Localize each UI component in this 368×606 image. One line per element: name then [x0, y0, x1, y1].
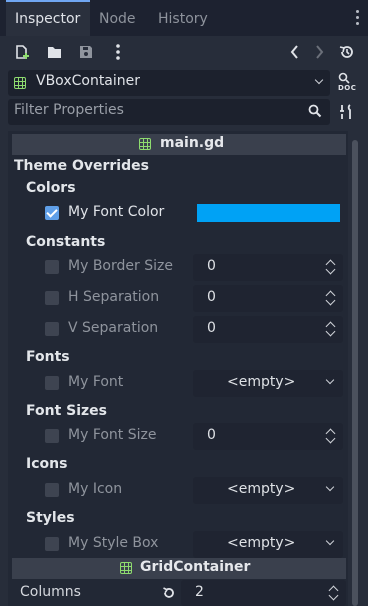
- tab-history[interactable]: History: [158, 0, 218, 36]
- node-selector[interactable]: VBoxContainer: [8, 70, 330, 96]
- prop-columns: Columns 2: [12, 580, 346, 606]
- search-icon: [308, 104, 322, 118]
- category-styles[interactable]: Styles: [26, 510, 75, 526]
- new-resource-icon[interactable]: [14, 44, 32, 60]
- grid-container-section-header[interactable]: GridContainer: [12, 558, 346, 579]
- my-style-box-value: <empty>: [227, 535, 296, 551]
- chevron-down-icon[interactable]: [325, 375, 335, 385]
- vboxcontainer-icon: [14, 77, 26, 89]
- my-font-size-label: My Font Size: [68, 427, 157, 443]
- tools-icon[interactable]: [339, 104, 355, 120]
- v-separation-checkbox[interactable]: [45, 322, 59, 336]
- columns-spinbox[interactable]: [181, 580, 346, 606]
- chevron-down-icon: [314, 75, 324, 85]
- my-font-size-checkbox[interactable]: [45, 429, 59, 443]
- h-separation-value: 0: [207, 289, 216, 305]
- dock-menu-icon[interactable]: [356, 10, 360, 28]
- my-border-size-value: 0: [207, 258, 216, 274]
- my-style-box-label: My Style Box: [68, 535, 159, 551]
- stepper-arrows-icon[interactable]: [325, 428, 335, 444]
- prop-my-font: My Font <empty>: [40, 370, 346, 398]
- script-section-label: main.gd: [160, 135, 225, 151]
- script-section-header[interactable]: main.gd: [12, 134, 346, 155]
- v-separation-label: V Separation: [68, 320, 159, 336]
- gridcontainer-icon: [120, 562, 132, 574]
- v-separation-value: 0: [207, 320, 216, 336]
- node-selector-value: VBoxContainer: [36, 73, 141, 89]
- my-style-box-checkbox[interactable]: [45, 537, 59, 551]
- my-font-size-value: 0: [207, 427, 216, 443]
- my-font-color-picker[interactable]: [197, 204, 340, 222]
- doc-label: DOC: [338, 84, 357, 92]
- prop-my-border-size: My Border Size 0: [40, 254, 346, 282]
- my-font-checkbox[interactable]: [45, 376, 59, 390]
- category-colors[interactable]: Colors: [26, 180, 76, 196]
- filter-properties-field[interactable]: Filter Properties: [8, 99, 330, 125]
- chevron-down-icon[interactable]: [325, 482, 335, 492]
- doc-search-icon: [338, 72, 350, 84]
- revert-icon[interactable]: [162, 586, 176, 600]
- my-font-color-label: My Font Color: [68, 204, 165, 220]
- stepper-arrows-icon[interactable]: [325, 321, 335, 337]
- prop-my-font-color: My Font Color: [40, 200, 346, 228]
- h-separation-label: H Separation: [68, 289, 160, 305]
- prop-h-separation: H Separation 0: [40, 285, 346, 313]
- stepper-arrows-icon[interactable]: [325, 259, 335, 275]
- save-icon[interactable]: [78, 44, 94, 60]
- columns-value: 2: [195, 584, 204, 600]
- filter-placeholder: Filter Properties: [14, 102, 124, 118]
- back-arrow-icon[interactable]: [289, 44, 301, 60]
- columns-label: Columns: [20, 584, 81, 600]
- script-grid-icon: [139, 138, 151, 150]
- prop-my-style-box: My Style Box <empty>: [40, 531, 346, 559]
- prop-my-icon: My Icon <empty>: [40, 477, 346, 505]
- history-icon[interactable]: [339, 44, 355, 60]
- doc-button[interactable]: DOC: [337, 72, 357, 94]
- category-fonts[interactable]: Fonts: [26, 349, 70, 365]
- category-constants[interactable]: Constants: [26, 234, 105, 250]
- dock-tab-bar: Inspector Node History: [0, 0, 368, 36]
- tab-inspector[interactable]: Inspector: [6, 0, 90, 36]
- stepper-arrows-icon[interactable]: [328, 585, 338, 601]
- my-icon-label: My Icon: [68, 481, 123, 497]
- my-border-size-checkbox[interactable]: [45, 260, 59, 274]
- h-separation-checkbox[interactable]: [45, 291, 59, 305]
- grid-container-section-label: GridContainer: [140, 559, 251, 575]
- my-font-label: My Font: [68, 374, 124, 390]
- prop-my-font-size: My Font Size 0: [40, 423, 346, 451]
- my-icon-checkbox[interactable]: [45, 483, 59, 497]
- open-folder-icon[interactable]: [46, 44, 64, 60]
- property-scrollbar[interactable]: [352, 140, 358, 606]
- tab-node[interactable]: Node: [99, 0, 141, 36]
- category-font-sizes[interactable]: Font Sizes: [26, 403, 107, 419]
- theme-overrides-header[interactable]: Theme Overrides: [14, 158, 149, 174]
- kebab-menu-icon[interactable]: [114, 44, 122, 60]
- my-border-size-label: My Border Size: [68, 258, 173, 274]
- my-font-color-checkbox[interactable]: [45, 206, 59, 220]
- chevron-down-icon[interactable]: [325, 536, 335, 546]
- forward-arrow-icon[interactable]: [313, 44, 325, 60]
- my-icon-value: <empty>: [227, 481, 296, 497]
- prop-v-separation: V Separation 0: [40, 316, 346, 344]
- my-font-value: <empty>: [227, 374, 296, 390]
- category-icons[interactable]: Icons: [26, 456, 67, 472]
- stepper-arrows-icon[interactable]: [325, 290, 335, 306]
